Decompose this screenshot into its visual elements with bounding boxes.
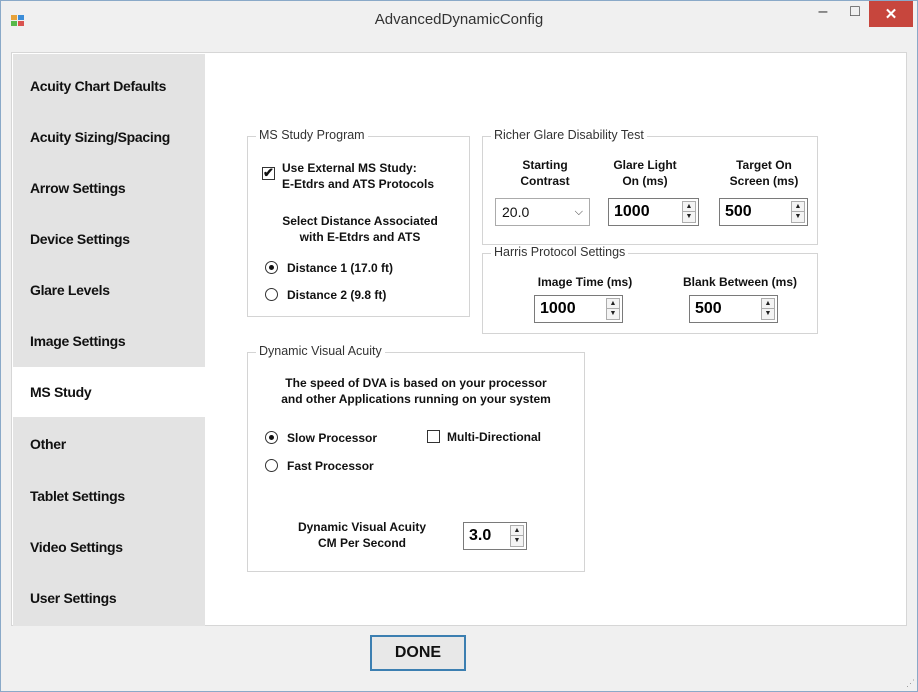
fast-processor-radio[interactable] — [265, 459, 278, 472]
tab-image-settings[interactable]: Image Settings — [13, 316, 205, 366]
spin-up-icon[interactable]: ▲ — [683, 202, 695, 212]
dva-cm-value: 3.0 — [469, 527, 492, 544]
fast-processor-label: Fast Processor — [287, 459, 374, 473]
harris-protocol-group-title: Harris Protocol Settings — [491, 245, 629, 259]
glare-light-value: 1000 — [614, 203, 650, 220]
slow-processor-label: Slow Processor — [287, 431, 378, 445]
done-button[interactable]: DONE — [370, 635, 466, 671]
tab-arrow-settings[interactable]: Arrow Settings — [13, 163, 205, 213]
glare-light-label-line2: On (ms) — [622, 174, 668, 188]
use-external-checkbox[interactable]: ✔ — [262, 165, 275, 180]
dva-cm-spinner[interactable]: 3.0 ▲ ▼ — [463, 522, 527, 550]
glare-test-group: Richer Glare Disability Test — [482, 128, 818, 245]
tab-other[interactable]: Other — [13, 419, 205, 469]
minimize-button[interactable]: – — [809, 1, 837, 27]
app-window: AdvancedDynamicConfig – □ ✕ Acuity Chart… — [0, 0, 918, 692]
minimize-icon: – — [818, 3, 828, 20]
use-external-label-line1: Use External MS Study: — [282, 161, 417, 175]
glare-light-spinner[interactable]: 1000 ▲ ▼ — [608, 198, 699, 226]
glare-light-spin-buttons: ▲ ▼ — [682, 201, 696, 223]
window-title: AdvancedDynamicConfig — [374, 11, 544, 28]
blank-between-value: 500 — [695, 300, 722, 317]
image-time-spinner[interactable]: 1000 ▲ ▼ — [534, 295, 623, 323]
distance1-radio[interactable] — [265, 261, 278, 274]
tab-device-settings[interactable]: Device Settings — [13, 214, 205, 264]
dva-cm-label-line2: CM Per Second — [317, 536, 407, 550]
image-time-value: 1000 — [540, 300, 576, 317]
spin-down-icon[interactable]: ▼ — [683, 212, 695, 222]
spin-up-icon[interactable]: ▲ — [762, 299, 774, 309]
glare-light-label-line1: Glare Light — [613, 158, 677, 172]
close-icon: ✕ — [884, 6, 898, 23]
spin-down-icon[interactable]: ▼ — [607, 309, 619, 319]
spin-up-icon[interactable]: ▲ — [792, 202, 804, 212]
spin-down-icon[interactable]: ▼ — [511, 536, 523, 546]
starting-contrast-label-line1: Starting — [522, 158, 568, 172]
tab-acuity-sizing-spacing[interactable]: Acuity Sizing/Spacing — [13, 112, 205, 162]
dva-info-line1: The speed of DVA is based on your proces… — [285, 376, 547, 390]
tab-tablet-settings[interactable]: Tablet Settings — [13, 471, 205, 521]
maximize-icon: □ — [850, 3, 860, 20]
radio-selected-dot — [269, 435, 274, 440]
use-external-label-line2: E-Etdrs and ATS Protocols — [282, 177, 435, 191]
target-spin-buttons: ▲ ▼ — [791, 201, 805, 223]
distance2-radio[interactable] — [265, 288, 278, 301]
title-bar[interactable]: AdvancedDynamicConfig – □ ✕ — [1, 1, 917, 39]
blank-between-spin-buttons: ▲ ▼ — [761, 298, 775, 320]
maximize-button[interactable]: □ — [841, 1, 869, 27]
tab-ms-study[interactable]: MS Study — [13, 367, 205, 417]
slow-processor-radio[interactable] — [265, 431, 278, 444]
blank-between-label: Blank Between (ms) — [682, 275, 798, 289]
resize-grip-icon[interactable]: ⋰ — [906, 678, 915, 689]
checkmark-icon: ✔ — [263, 165, 274, 180]
tab-video-settings[interactable]: Video Settings — [13, 522, 205, 572]
image-time-spin-buttons: ▲ ▼ — [606, 298, 620, 320]
tab-glare-levels[interactable]: Glare Levels — [13, 265, 205, 315]
select-distance-label-line2: with E-Etdrs and ATS — [299, 230, 421, 244]
spin-up-icon[interactable]: ▲ — [511, 526, 523, 536]
spin-down-icon[interactable]: ▼ — [762, 309, 774, 319]
close-button[interactable]: ✕ — [869, 1, 913, 27]
multi-directional-label: Multi-Directional — [447, 430, 542, 444]
distance1-label: Distance 1 (17.0 ft) — [287, 261, 394, 275]
target-on-screen-label-line2: Screen (ms) — [729, 174, 799, 188]
dva-cm-spin-buttons: ▲ ▼ — [510, 525, 524, 547]
dva-info-line2: and other Applications running on your s… — [281, 392, 551, 406]
spin-down-icon[interactable]: ▼ — [792, 212, 804, 222]
tab-acuity-chart-defaults[interactable]: Acuity Chart Defaults — [13, 61, 205, 111]
ms-study-group-title: MS Study Program — [256, 128, 368, 142]
dva-cm-label-line1: Dynamic Visual Acuity — [297, 520, 427, 534]
starting-contrast-value: 20.0 — [502, 204, 530, 220]
image-time-label: Image Time (ms) — [537, 275, 633, 289]
chevron-down-icon: ⌵ — [574, 206, 583, 218]
distance2-label: Distance 2 (9.8 ft) — [287, 288, 387, 302]
glare-test-group-title: Richer Glare Disability Test — [491, 128, 647, 142]
target-on-screen-label-line1: Target On — [736, 158, 792, 172]
tab-user-settings[interactable]: User Settings — [13, 573, 205, 623]
starting-contrast-select[interactable]: 20.0 ⌵ — [495, 198, 590, 226]
target-on-screen-spinner[interactable]: 500 ▲ ▼ — [719, 198, 808, 226]
dva-group-title: Dynamic Visual Acuity — [256, 344, 385, 358]
select-distance-label-line1: Select Distance Associated — [282, 214, 438, 228]
multi-directional-checkbox[interactable] — [427, 430, 440, 443]
blank-between-spinner[interactable]: 500 ▲ ▼ — [689, 295, 778, 323]
starting-contrast-label-line2: Contrast — [520, 174, 570, 188]
radio-selected-dot — [269, 265, 274, 270]
target-on-screen-value: 500 — [725, 203, 752, 220]
spin-up-icon[interactable]: ▲ — [607, 299, 619, 309]
